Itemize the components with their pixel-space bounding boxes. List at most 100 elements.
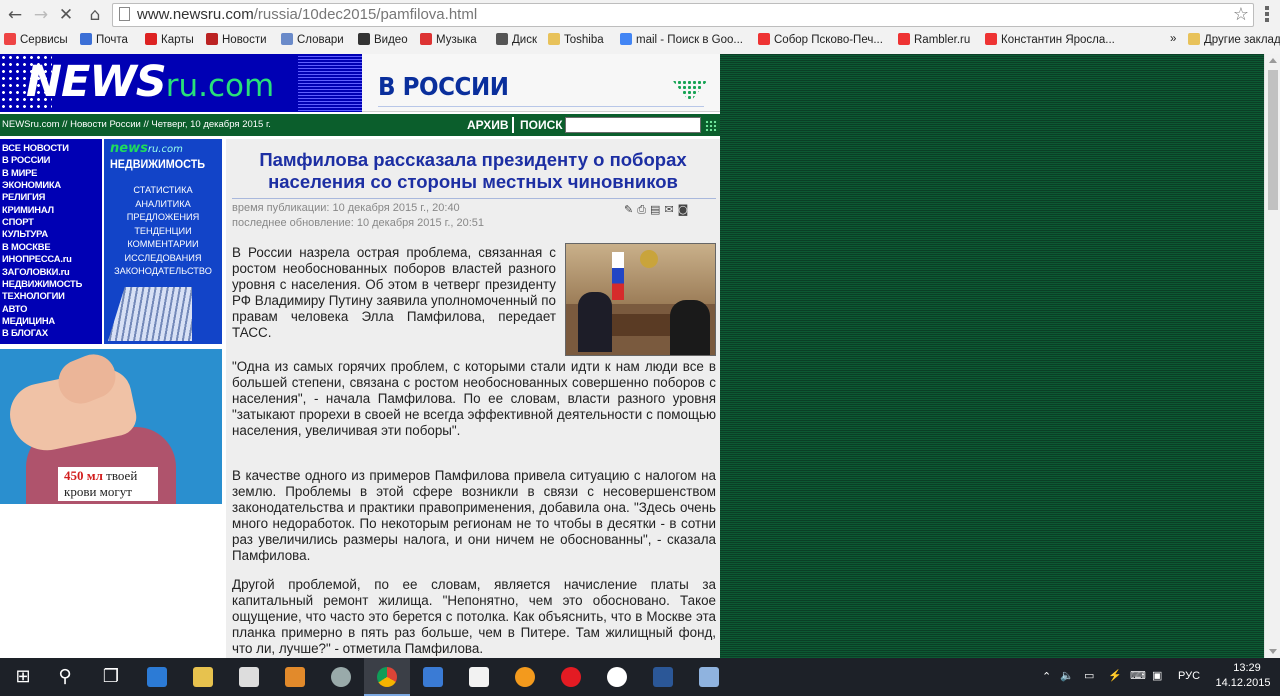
rubric-link[interactable]: В БЛОГАХ <box>2 327 48 338</box>
nedv-link[interactable]: ТЕНДЕНЦИИ <box>104 226 222 236</box>
email-icon[interactable]: ✉ <box>664 203 677 216</box>
language-indicator[interactable]: РУС <box>1178 670 1200 682</box>
address-bar[interactable]: www.newsru.com/russia/10dec2015/pamfilov… <box>112 3 1254 27</box>
rubric-link[interactable]: КУЛЬТУРА <box>2 228 48 239</box>
news-icon <box>206 33 218 45</box>
rubric-link[interactable]: КРИМИНАЛ <box>2 204 54 215</box>
clock-date[interactable]: 14.12.2015 <box>1214 677 1272 689</box>
bookmark-4[interactable]: Новости <box>206 33 267 46</box>
bookmark-6[interactable]: Видео <box>358 33 408 46</box>
search-icon[interactable] <box>705 120 717 131</box>
back-icon[interactable]: ← <box>4 4 26 26</box>
nedv-title[interactable]: НЕДВИЖИМОСТЬ <box>110 157 205 171</box>
browser-chrome: ← → ✕ ⌂ www.newsru.com/russia/10dec2015/… <box>0 0 1280 55</box>
bookmark-15[interactable]: Другие закладки <box>1188 33 1280 46</box>
print-icon[interactable]: ⎙ <box>637 203 650 216</box>
bookmark-10[interactable]: mail - Поиск в Goo... <box>620 33 743 46</box>
photo-icon[interactable]: ◙ <box>678 203 693 216</box>
site-navbar: NEWSru.com // Новости России // Четверг,… <box>0 114 720 136</box>
bookmark-9[interactable]: Toshiba <box>548 33 604 46</box>
scroll-up-icon[interactable] <box>1269 58 1277 63</box>
ad-banner[interactable]: 450 мл твоей крови могут <box>0 349 222 504</box>
bookmark-star-icon[interactable]: ☆ <box>1233 4 1249 25</box>
comment-icon[interactable]: ✎ <box>624 203 637 216</box>
nedv-link[interactable]: СТАТИСТИКА <box>104 185 222 195</box>
scroll-down-icon[interactable] <box>1269 649 1277 654</box>
opera-icon[interactable] <box>548 658 594 696</box>
breadcrumb[interactable]: NEWSru.com // Новости России // Четверг,… <box>2 119 271 130</box>
bookmark-12[interactable]: Rambler.ru <box>898 33 970 46</box>
browser-menu-icon[interactable] <box>1258 4 1276 26</box>
tray-expand-icon[interactable]: ⌃ <box>1042 670 1051 683</box>
home-icon[interactable]: ⌂ <box>84 4 106 26</box>
bookmark-5[interactable]: Словари <box>281 33 344 46</box>
bookmark-label: Диск <box>512 34 537 46</box>
yandex-browser-icon[interactable] <box>594 658 640 696</box>
bookmark-7[interactable]: Музыка <box>420 33 477 46</box>
tray-app-icon[interactable]: ▣ <box>1152 669 1162 682</box>
network-icon[interactable]: ▭ <box>1084 669 1094 682</box>
bookmark-2[interactable]: Почта <box>80 33 128 46</box>
explorer-icon[interactable] <box>180 658 226 696</box>
archive-link[interactable]: АРХИВ <box>467 118 509 132</box>
rubric-link[interactable]: В МОСКВЕ <box>2 241 51 252</box>
rubric-link[interactable]: СПОРТ <box>2 216 34 227</box>
app-circle-icon[interactable] <box>318 658 364 696</box>
page-scrollbar[interactable] <box>1264 54 1280 658</box>
rubric-link[interactable]: АВТО <box>2 303 27 314</box>
nedv-link[interactable]: ИССЛЕДОВАНИЯ <box>104 253 222 263</box>
outlook-icon[interactable] <box>410 658 456 696</box>
rubric-link[interactable]: НЕДВИЖИМОСТЬ <box>2 278 82 289</box>
nedv-link[interactable]: КОММЕНТАРИИ <box>104 239 222 249</box>
clock-time[interactable]: 13:29 <box>1222 662 1272 674</box>
word-icon[interactable] <box>640 658 686 696</box>
rubric-link[interactable]: ВСЕ НОВОСТИ <box>2 142 69 153</box>
site-logo[interactable]: NEWSru.com <box>0 54 362 112</box>
rubric-link[interactable]: РЕЛИГИЯ <box>2 191 45 202</box>
bookmark-13[interactable]: Константин Яросла... <box>985 33 1115 46</box>
start-icon[interactable]: ⊞ <box>0 658 46 696</box>
rubric-link[interactable]: МЕДИЦИНА <box>2 315 55 326</box>
nedv-link[interactable]: ЗАКОНОДАТЕЛЬСТВО <box>104 266 222 276</box>
photo-flag <box>612 252 624 300</box>
stop-icon[interactable]: ✕ <box>55 4 77 26</box>
bookmark-3[interactable]: Карты <box>145 33 194 46</box>
bookmark-1[interactable]: Сервисы <box>4 33 68 46</box>
rubric-link[interactable]: В РОССИИ <box>2 154 50 165</box>
edge-icon[interactable] <box>134 658 180 696</box>
bookmark-label: Почта <box>96 34 128 46</box>
rubric-link[interactable]: ИНОПРЕССА.ru <box>2 253 72 264</box>
chrome-icon[interactable] <box>364 658 410 696</box>
keyboard-icon[interactable]: ⌨ <box>1130 669 1146 682</box>
nedv-link[interactable]: ПРЕДЛОЖЕНИЯ <box>104 212 222 222</box>
rubric-link[interactable]: ЭКОНОМИКА <box>2 179 61 190</box>
article-photo[interactable] <box>565 243 716 356</box>
ok-icon[interactable] <box>502 658 548 696</box>
scroll-thumb[interactable] <box>1268 70 1278 210</box>
forward-icon[interactable]: → <box>30 4 52 26</box>
rubric-link[interactable]: ТЕХНОЛОГИИ <box>2 290 65 301</box>
folder-icon <box>548 33 560 45</box>
search-taskbar-icon[interactable]: ⚲ <box>42 658 88 696</box>
yandex-app-icon[interactable] <box>456 658 502 696</box>
nedvizhimost-block[interactable]: newsru.com НЕДВИЖИМОСТЬ СТАТИСТИКА АНАЛИТ… <box>104 139 222 344</box>
task-view-icon[interactable]: ❐ <box>88 658 134 696</box>
bookmark-label: Видео <box>374 34 408 46</box>
power-icon[interactable]: ⚡ <box>1108 669 1122 682</box>
bookmark-14[interactable]: » <box>1170 33 1176 45</box>
save-icon[interactable]: ▤ <box>650 203 664 216</box>
rubric-link[interactable]: В МИРЕ <box>2 167 37 178</box>
bookmark-label: Новости <box>222 34 267 46</box>
paint-icon[interactable] <box>686 658 732 696</box>
rubric-link[interactable]: ЗАГОЛОВКИ.ru <box>2 266 70 277</box>
volume-icon[interactable]: 🔈 <box>1060 669 1074 682</box>
store-icon[interactable] <box>226 658 272 696</box>
page-icon <box>119 7 130 21</box>
bookmark-8[interactable]: Диск <box>496 33 537 46</box>
search-input[interactable] <box>565 117 701 133</box>
map-pin-icon <box>145 33 157 45</box>
bookmark-11[interactable]: Собор Псково-Печ... <box>758 33 883 46</box>
nedv-link[interactable]: АНАЛИТИКА <box>104 199 222 209</box>
media-icon[interactable] <box>272 658 318 696</box>
disk-icon <box>496 33 508 45</box>
